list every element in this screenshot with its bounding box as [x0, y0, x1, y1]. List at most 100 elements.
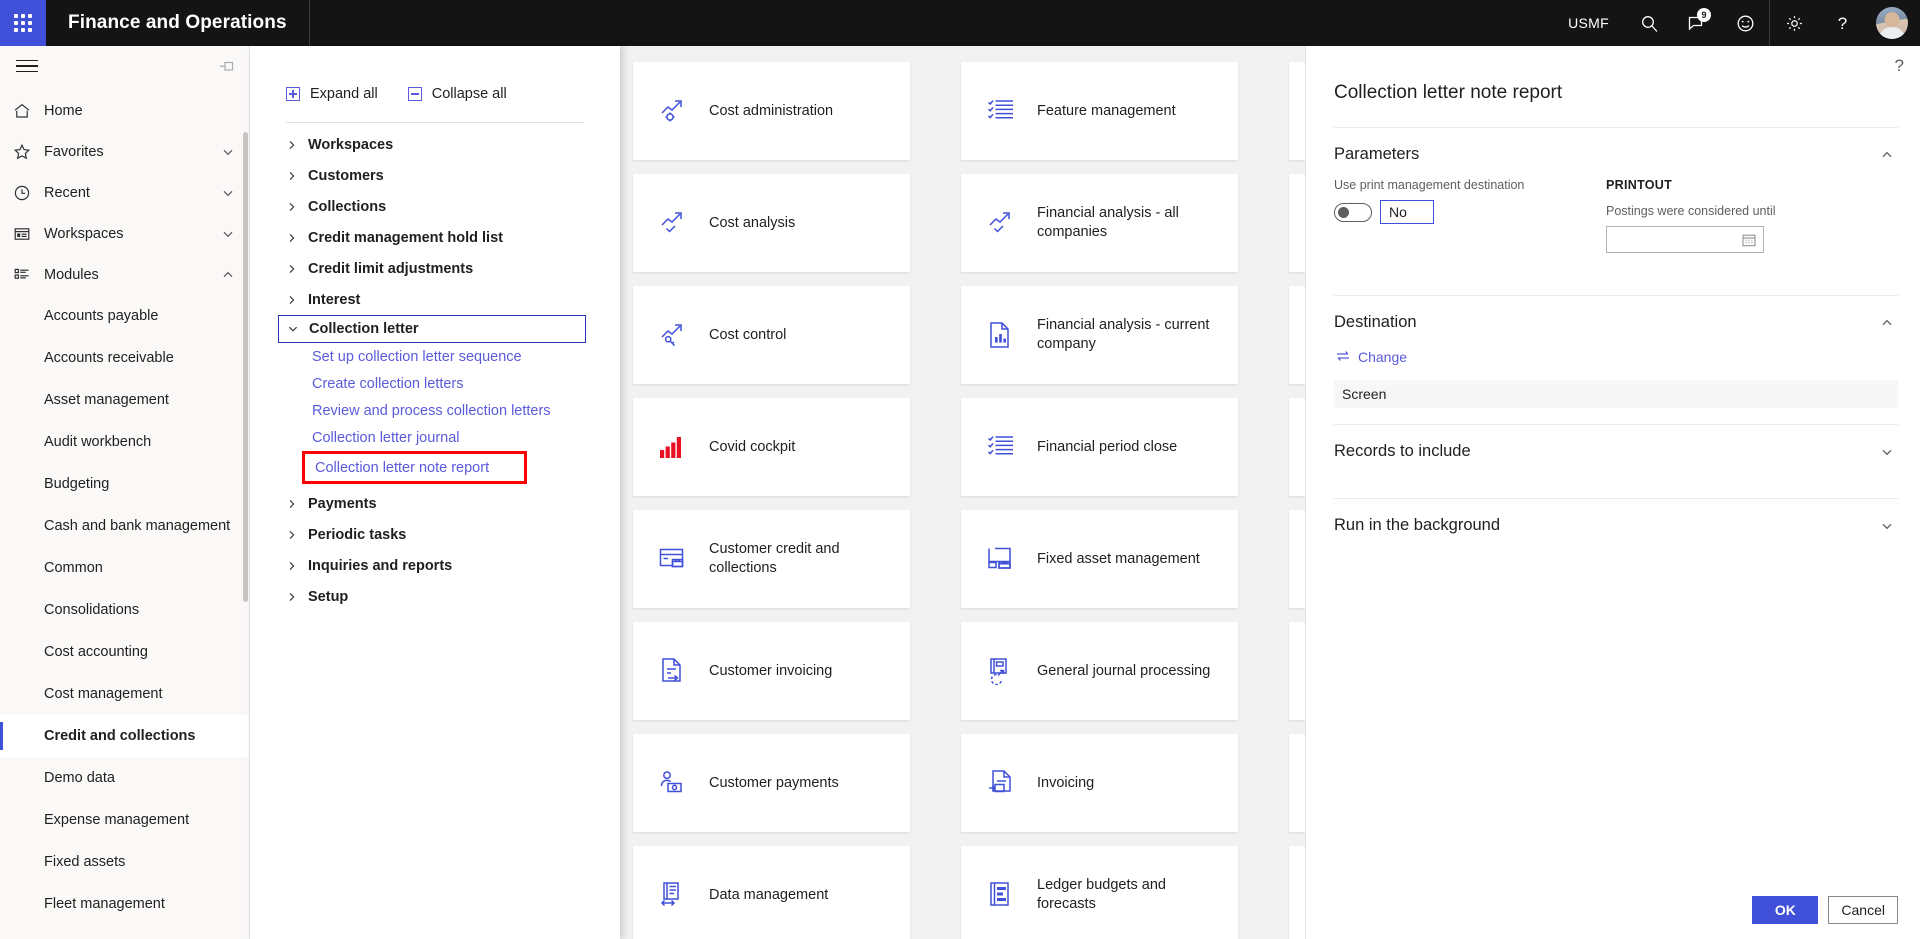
expand-all-button[interactable]: Expand all	[286, 86, 378, 102]
module-label: Audit workbench	[44, 434, 152, 450]
flyout-group-periodic-tasks[interactable]: Periodic tasks	[250, 519, 620, 550]
sidebar-module-demo-data[interactable]: Demo data	[0, 757, 249, 799]
tile-cost-control[interactable]: Cost control	[633, 286, 910, 384]
sidebar-module-expense-management[interactable]: Expense management	[0, 799, 249, 841]
flyout-group-interest[interactable]: Interest	[250, 284, 620, 315]
flyout-group-setup[interactable]: Setup	[250, 581, 620, 612]
flyout-group-collection-letter[interactable]: Collection letter	[278, 315, 586, 343]
section-header-parameters[interactable]: Parameters	[1306, 128, 1920, 178]
pin-icon[interactable]	[218, 58, 235, 75]
tile-customer-invoicing[interactable]: Customer invoicing	[633, 622, 910, 720]
flyout-group-collections[interactable]: Collections	[250, 191, 620, 222]
sidebar-item-label: Favorites	[44, 143, 104, 160]
flyout-link-review-and-process-collection-letters[interactable]: Review and process collection letters	[250, 397, 620, 424]
sidebar-module-fleet-management[interactable]: Fleet management	[0, 883, 249, 925]
flyout-group-customers[interactable]: Customers	[250, 160, 620, 191]
hamburger-icon[interactable]	[16, 56, 38, 77]
app-launcher-icon[interactable]	[0, 0, 46, 46]
change-destination-button[interactable]: Change	[1306, 346, 1920, 368]
tile-label: General journal processing	[1037, 662, 1211, 679]
company-selector[interactable]: USMF	[1552, 15, 1625, 31]
tile-cost-administration[interactable]: Cost administration	[633, 62, 910, 160]
tile-placeholder[interactable]	[1289, 398, 1305, 496]
module-label: Accounts receivable	[44, 350, 174, 366]
tile-placeholder[interactable]	[1289, 286, 1305, 384]
tile-placeholder[interactable]	[1289, 174, 1305, 272]
svg-text:?: ?	[1837, 14, 1846, 33]
flyout-group-inquiries-and-reports[interactable]: Inquiries and reports	[250, 550, 620, 581]
tile-ledger-budgets-and-forecasts[interactable]: Ledger budgets and forecasts	[961, 846, 1238, 939]
collapse-all-button[interactable]: Collapse all	[407, 86, 507, 102]
flyout-group-credit-management-hold-list[interactable]: Credit management hold list	[250, 222, 620, 253]
tile-financial-analysis-current-company[interactable]: Financial analysis - current company	[961, 286, 1238, 384]
nav-scrollbar[interactable]	[243, 132, 248, 602]
tile-placeholder[interactable]	[1289, 62, 1305, 160]
sidebar-module-accounts-receivable[interactable]: Accounts receivable	[0, 337, 249, 379]
tile-data-management[interactable]: Data management	[633, 846, 910, 939]
section-header-destination[interactable]: Destination	[1306, 296, 1920, 346]
print-management-toggle[interactable]	[1334, 202, 1372, 222]
notifications-icon[interactable]: 9	[1673, 0, 1721, 46]
clock-icon	[0, 184, 44, 202]
tile-placeholder[interactable]	[1289, 846, 1305, 939]
search-icon[interactable]	[1625, 0, 1673, 46]
chevron-down-icon	[221, 145, 235, 159]
tile-financial-analysis-all-companies[interactable]: Financial analysis - all companies	[961, 174, 1238, 272]
sidebar-item-home[interactable]: Home	[0, 90, 249, 131]
gear-icon[interactable]	[1770, 0, 1818, 46]
sidebar-module-common[interactable]: Common	[0, 547, 249, 589]
tile-cost-analysis[interactable]: Cost analysis	[633, 174, 910, 272]
sidebar-module-fixed-assets[interactable]: Fixed assets	[0, 841, 249, 883]
trend-check-icon	[987, 208, 1033, 238]
tile-covid-cockpit[interactable]: Covid cockpit	[633, 398, 910, 496]
toggle-knob	[1338, 206, 1349, 218]
section-header-run-in-the-background[interactable]: Run in the background	[1306, 499, 1920, 549]
flyout-link-collection-letter-note-report[interactable]: Collection letter note report	[302, 451, 527, 484]
sidebar-module-cost-accounting[interactable]: Cost accounting	[0, 631, 249, 673]
tile-feature-management[interactable]: Feature management	[961, 62, 1238, 160]
sidebar-module-audit-workbench[interactable]: Audit workbench	[0, 421, 249, 463]
tile-placeholder[interactable]	[1289, 734, 1305, 832]
flyout-group-payments[interactable]: Payments	[250, 488, 620, 519]
sidebar-module-cash-and-bank-management[interactable]: Cash and bank management	[0, 505, 249, 547]
sidebar-module-credit-and-collections[interactable]: Credit and collections	[0, 715, 249, 757]
ok-button[interactable]: OK	[1752, 896, 1819, 924]
sidebar-module-consolidations[interactable]: Consolidations	[0, 589, 249, 631]
cancel-button[interactable]: Cancel	[1828, 896, 1898, 924]
flyout-link-set-up-collection-letter-sequence[interactable]: Set up collection letter sequence	[250, 343, 620, 370]
tile-invoicing[interactable]: Invoicing	[961, 734, 1238, 832]
user-avatar[interactable]	[1876, 7, 1908, 39]
sidebar-item-modules[interactable]: Modules	[0, 254, 249, 295]
sidebar-module-cost-management[interactable]: Cost management	[0, 673, 249, 715]
help-icon[interactable]: ?	[1895, 56, 1904, 76]
flyout-link-collection-letter-journal[interactable]: Collection letter journal	[250, 424, 620, 451]
calendar-icon[interactable]	[1742, 233, 1756, 247]
sidebar-module-asset-management[interactable]: Asset management	[0, 379, 249, 421]
sidebar-module-accounts-payable[interactable]: Accounts payable	[0, 295, 249, 337]
flyout-group-workspaces[interactable]: Workspaces	[250, 129, 620, 160]
tile-placeholder[interactable]	[1289, 510, 1305, 608]
flyout-link-create-collection-letters[interactable]: Create collection letters	[250, 370, 620, 397]
sidebar-item-workspaces[interactable]: Workspaces	[0, 213, 249, 254]
invoice-in-icon	[987, 769, 1033, 797]
sidebar-module-budgeting[interactable]: Budgeting	[0, 463, 249, 505]
chevron-right-icon	[286, 232, 308, 244]
print-management-value[interactable]: No	[1380, 200, 1434, 224]
flyout-group-credit-limit-adjustments[interactable]: Credit limit adjustments	[250, 253, 620, 284]
tile-general-journal-processing[interactable]: General journal processing	[961, 622, 1238, 720]
smiley-icon[interactable]	[1721, 0, 1769, 46]
tile-fixed-asset-management[interactable]: Fixed asset management	[961, 510, 1238, 608]
sidebar-item-favorites[interactable]: Favorites	[0, 131, 249, 172]
tile-financial-period-close[interactable]: Financial period close	[961, 398, 1238, 496]
nav-header	[0, 46, 249, 86]
modules-icon	[0, 266, 44, 284]
section-header-records-to-include[interactable]: Records to include	[1306, 425, 1920, 475]
tile-customer-payments[interactable]: Customer payments	[633, 734, 910, 832]
flyout-link-label: Create collection letters	[312, 375, 464, 392]
tile-placeholder[interactable]	[1289, 622, 1305, 720]
tile-customer-credit-and-collections[interactable]: Customer credit and collections	[633, 510, 910, 608]
sidebar-module-general-ledger[interactable]: General ledger	[0, 925, 249, 939]
postings-until-input[interactable]	[1606, 226, 1764, 253]
sidebar-item-recent[interactable]: Recent	[0, 172, 249, 213]
help-icon[interactable]: ?	[1818, 0, 1866, 46]
